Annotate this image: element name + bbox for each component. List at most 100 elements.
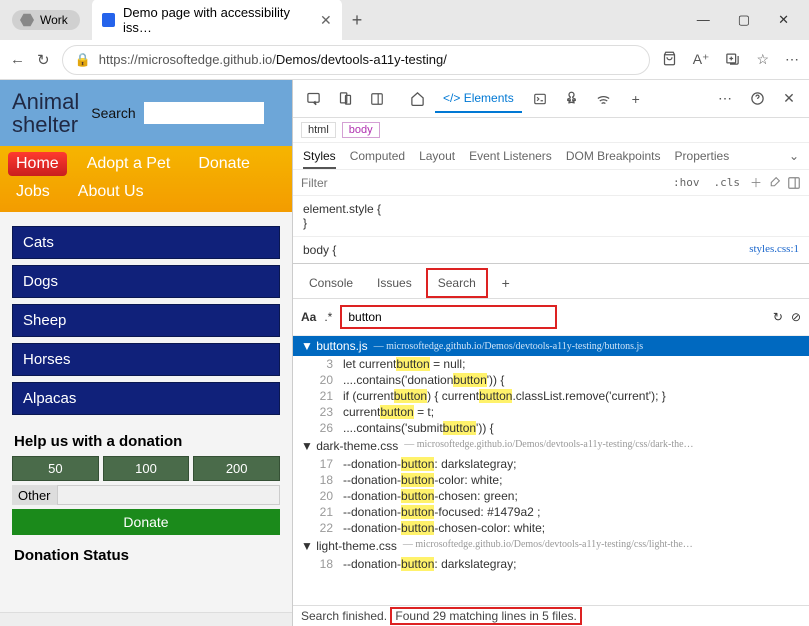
animal-cats[interactable]: Cats: [12, 226, 280, 259]
body-rule: body {: [303, 243, 799, 257]
result-line[interactable]: 21if (currentbutton) { currentbutton.cla…: [293, 388, 809, 404]
maximize-button[interactable]: ▢: [738, 12, 750, 28]
animal-sheep[interactable]: Sheep: [12, 304, 280, 337]
result-line[interactable]: 3let currentbutton = null;: [293, 356, 809, 372]
computed-tab[interactable]: Computed: [350, 149, 405, 169]
filter-input[interactable]: [301, 176, 663, 190]
favicon: [102, 13, 115, 27]
regex-toggle[interactable]: .*: [324, 310, 332, 324]
reader-icon[interactable]: A⁺: [693, 51, 710, 68]
drawer-console[interactable]: Console: [299, 270, 363, 296]
device-icon[interactable]: [331, 85, 359, 113]
style-more-icon[interactable]: ⌄: [789, 149, 799, 169]
computed-toggle-icon[interactable]: [787, 176, 801, 190]
devtools-panel: </> Elements + ⋯ ✕ html body Styles Comp…: [292, 80, 809, 626]
close-devtools-icon[interactable]: ✕: [775, 85, 803, 113]
result-line[interactable]: 18--donation-button-color: white;: [293, 472, 809, 488]
page-content: Animal shelter Search Home Adopt a Pet D…: [0, 80, 292, 626]
new-rule-icon[interactable]: ＋: [750, 174, 762, 191]
close-tab-icon[interactable]: ✕: [320, 12, 332, 29]
horizontal-scrollbar[interactable]: [0, 612, 292, 626]
properties-tab[interactable]: Properties: [675, 149, 730, 169]
more-icon[interactable]: ⋯: [785, 51, 799, 68]
site-brand: Animal shelter: [12, 90, 79, 136]
brace-close: }: [303, 216, 799, 230]
animal-alpacas[interactable]: Alpacas: [12, 382, 280, 415]
nav-donate[interactable]: Donate: [190, 152, 258, 176]
shopping-icon[interactable]: [662, 51, 677, 68]
case-toggle[interactable]: Aa: [301, 310, 316, 324]
nav-home[interactable]: Home: [8, 152, 67, 176]
profile-pill[interactable]: Work: [12, 10, 80, 30]
url-host: https://microsoftedge.github.io/: [99, 52, 276, 67]
nav-adopt[interactable]: Adopt a Pet: [79, 152, 179, 176]
result-file-header[interactable]: ▼ buttons.js — microsoftedge.github.io/D…: [293, 336, 809, 356]
back-button[interactable]: ←: [10, 51, 25, 68]
styles-source-link[interactable]: styles.css:1: [749, 243, 799, 255]
styles-tab[interactable]: Styles: [303, 149, 336, 169]
profile-icon: [20, 13, 34, 27]
amount-50[interactable]: 50: [12, 456, 99, 481]
more-tools-icon[interactable]: ⋯: [711, 85, 739, 113]
favorite-icon[interactable]: ☆: [756, 51, 769, 68]
sources-icon[interactable]: [558, 85, 586, 113]
layout-tab[interactable]: Layout: [419, 149, 455, 169]
clear-search-icon[interactable]: ⊘: [791, 310, 801, 324]
result-line[interactable]: 26....contains('submitbutton')) {: [293, 420, 809, 436]
refresh-button[interactable]: ↻: [37, 51, 50, 69]
drawer-search[interactable]: Search: [426, 268, 488, 298]
inspect-icon[interactable]: [299, 85, 327, 113]
help-icon[interactable]: [743, 85, 771, 113]
breadcrumb-html[interactable]: html: [301, 122, 336, 138]
element-style-rule: element.style {: [303, 202, 799, 216]
search-input[interactable]: [144, 102, 264, 124]
minimize-button[interactable]: —: [697, 12, 710, 28]
nav-jobs[interactable]: Jobs: [8, 180, 58, 204]
animal-horses[interactable]: Horses: [12, 343, 280, 376]
tab-elements[interactable]: </> Elements: [435, 85, 522, 113]
close-window-button[interactable]: ✕: [778, 12, 789, 28]
profile-label: Work: [40, 13, 68, 27]
result-line[interactable]: 21--donation-button-focused: #1479a2 ;: [293, 504, 809, 520]
footer-result: Found 29 matching lines in 5 files.: [390, 607, 581, 625]
donation-heading: Help us with a donation: [0, 421, 292, 456]
dom-bp-tab[interactable]: DOM Breakpoints: [566, 149, 661, 169]
drawer-issues[interactable]: Issues: [367, 270, 422, 296]
result-file-header[interactable]: ▼ dark-theme.css — microsoftedge.github.…: [293, 436, 809, 456]
result-line[interactable]: 23currentbutton = t;: [293, 404, 809, 420]
add-tab-icon[interactable]: +: [622, 85, 650, 113]
console-icon[interactable]: [526, 85, 554, 113]
other-amount-input[interactable]: [57, 485, 280, 505]
result-line[interactable]: 20--donation-button-chosen: green;: [293, 488, 809, 504]
welcome-icon[interactable]: [403, 85, 431, 113]
result-line[interactable]: 17--donation-button: darkslategray;: [293, 456, 809, 472]
collections-icon[interactable]: [725, 51, 740, 68]
hov-toggle[interactable]: :hov: [669, 175, 704, 190]
search-label: Search: [91, 105, 135, 121]
result-file-header[interactable]: ▼ light-theme.css — microsoftedge.github…: [293, 536, 809, 556]
cls-toggle[interactable]: .cls: [709, 175, 744, 190]
nav-about[interactable]: About Us: [70, 180, 152, 204]
refresh-search-icon[interactable]: ↻: [773, 310, 783, 324]
listeners-tab[interactable]: Event Listeners: [469, 149, 552, 169]
donate-button[interactable]: Donate: [12, 509, 280, 535]
brush-icon[interactable]: [768, 176, 781, 189]
dock-icon[interactable]: [363, 85, 391, 113]
donation-status-heading: Donation Status: [0, 535, 292, 570]
drawer-add-icon[interactable]: +: [492, 269, 520, 297]
result-line[interactable]: 20....contains('donationbutton')) {: [293, 372, 809, 388]
address-bar[interactable]: 🔒 https://microsoftedge.github.io/Demos/…: [62, 45, 650, 75]
animal-dogs[interactable]: Dogs: [12, 265, 280, 298]
amount-100[interactable]: 100: [103, 456, 190, 481]
network-icon[interactable]: [590, 85, 618, 113]
breadcrumb-body[interactable]: body: [342, 122, 380, 138]
footer-prefix: Search finished.: [301, 609, 390, 623]
tab-title: Demo page with accessibility iss…: [123, 5, 312, 35]
result-line[interactable]: 18--donation-button: darkslategray;: [293, 556, 809, 572]
search-input[interactable]: [340, 305, 556, 329]
url-path: Demos/devtools-a11y-testing/: [276, 52, 447, 67]
result-line[interactable]: 22--donation-button-chosen-color: white;: [293, 520, 809, 536]
new-tab-button[interactable]: +: [352, 10, 363, 31]
browser-tab[interactable]: Demo page with accessibility iss… ✕: [92, 0, 342, 41]
amount-200[interactable]: 200: [193, 456, 280, 481]
